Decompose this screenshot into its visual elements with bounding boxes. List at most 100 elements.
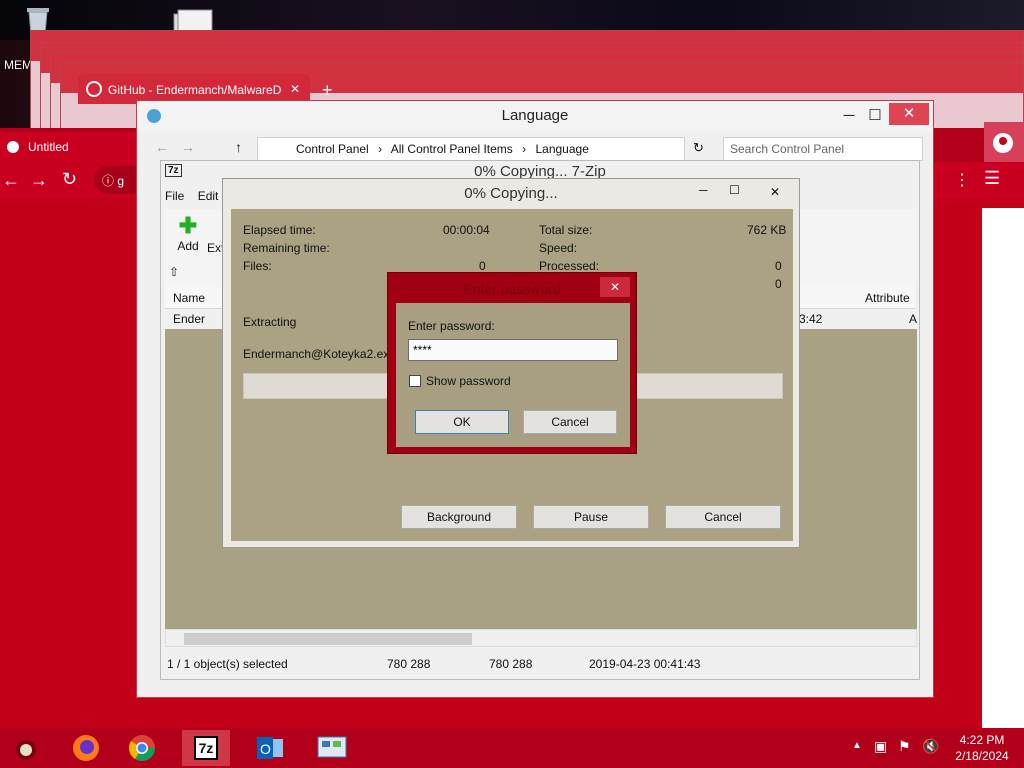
close-icon[interactable]: ✕ (757, 181, 793, 203)
hamburger-icon[interactable]: ☰ (984, 168, 1000, 189)
add-button-label: Add (177, 239, 199, 253)
forward-icon[interactable]: → (30, 170, 48, 191)
processed-label: Processed: (539, 259, 600, 273)
maximize-icon[interactable]: ☐ (863, 101, 887, 131)
ok-button[interactable]: OK (415, 410, 509, 434)
up-icon[interactable]: ↑ (235, 139, 242, 155)
7zip-icon: 7z (193, 736, 219, 760)
maximize-icon[interactable]: ☐ (729, 183, 740, 197)
forward-icon[interactable]: → (181, 139, 195, 155)
file-name: Endermanch@Koteyka2.exe (243, 347, 396, 361)
github-tab-title: GitHub - Endermanch/MalwareD (108, 83, 282, 97)
chrome-page-content (982, 208, 1024, 728)
chrome-icon (128, 735, 156, 762)
profile-icon[interactable] (992, 132, 1014, 154)
close-icon[interactable]: ✕ (600, 277, 630, 297)
7zip-icon: 7z (165, 164, 182, 177)
chrome-tab-untitled[interactable]: Untitled (0, 132, 140, 162)
close-button[interactable]: ✕ (889, 103, 929, 125)
address-bar[interactable]: Control Panel › All Control Panel Items … (257, 137, 685, 161)
clock-date: 2/18/2024 (955, 749, 1009, 763)
taskbar-chrome[interactable] (118, 730, 166, 766)
profile-area (984, 122, 1024, 162)
password-prompt: Enter password: (408, 319, 495, 333)
files-label: Files: (243, 259, 272, 273)
total-size-label: Total size: (539, 223, 593, 237)
close-icon[interactable]: ✕ (290, 82, 300, 96)
status-modified: 2019-04-23 00:41:43 (589, 657, 701, 671)
github-icon (86, 81, 102, 97)
language-icon (147, 109, 161, 123)
info-icon: ⓘ (102, 174, 115, 188)
breadcrumb-control-panel[interactable]: Control Panel (296, 142, 369, 156)
outlook-icon: O (257, 737, 283, 759)
chrome-tab-title: Untitled (28, 140, 69, 154)
desktop-label-mem: MEM (4, 58, 32, 72)
column-name[interactable]: Name (173, 291, 205, 305)
pause-button[interactable]: Pause (533, 505, 649, 529)
taskbar-outlook[interactable]: O (246, 730, 294, 766)
cancel-button[interactable]: Cancel (665, 505, 781, 529)
control-panel-titlebar: Language ─ ☐ ✕ (137, 101, 933, 131)
back-icon[interactable]: ← (155, 139, 169, 155)
start-orb-icon (16, 740, 36, 760)
new-tab-button[interactable]: + (322, 80, 346, 100)
breadcrumb-language[interactable]: Language (535, 142, 588, 156)
status-bar: 1 / 1 object(s) selected 780 288 780 288… (165, 653, 917, 675)
taskbar-clock[interactable]: 4:22 PM 2/18/2024 (950, 732, 1014, 764)
omnibox-text: g (117, 174, 125, 188)
taskbar: 7z O ▲ ▣ ⚑ 🔇 4:22 PM 2/18/2024 (0, 728, 1024, 768)
password-cancel-button[interactable]: Cancel (523, 410, 617, 434)
refresh-icon[interactable]: ↻ (693, 140, 704, 156)
tray-network-icon[interactable]: ▣ (874, 738, 887, 755)
elapsed-label: Elapsed time: (243, 223, 316, 237)
minimize-icon[interactable]: ─ (699, 183, 708, 197)
processed-value: 0 (775, 259, 782, 273)
menu-edit[interactable]: Edit (198, 189, 219, 203)
show-password-checkbox[interactable] (409, 375, 421, 387)
control-panel-icon (317, 736, 347, 758)
search-input[interactable]: Search Control Panel (723, 137, 923, 161)
taskbar-firefox[interactable] (62, 730, 110, 766)
7zip-menubar: File Edit (165, 189, 218, 207)
tray-expand-icon[interactable]: ▲ (852, 740, 862, 751)
tray-flag-icon[interactable]: ⚑ (898, 738, 911, 755)
copying-dialog-title: 0% Copying... (464, 185, 558, 202)
clock-time: 4:22 PM (959, 733, 1005, 747)
taskbar-7zip[interactable]: 7z (182, 730, 230, 766)
menu-dots-icon[interactable]: ⋮ (954, 170, 970, 190)
scrollbar-thumb[interactable] (184, 633, 472, 645)
horizontal-scrollbar[interactable] (165, 629, 917, 647)
status-size: 780 288 (387, 657, 431, 671)
plus-icon: ✚ (178, 213, 198, 238)
back-icon[interactable]: ← (2, 170, 20, 191)
row-time: 3:42 (799, 312, 823, 326)
total-size-value: 762 KB (747, 223, 787, 237)
add-button[interactable]: ✚ Add (173, 213, 203, 253)
taskbar-control-panel[interactable] (308, 730, 356, 766)
password-input[interactable] (408, 339, 618, 361)
svg-text:O: O (260, 741, 271, 757)
row-attribute: A (909, 312, 918, 326)
menu-file[interactable]: File (165, 189, 184, 203)
show-password-label: Show password (426, 374, 511, 388)
start-button[interactable] (2, 730, 50, 766)
password-dialog-title: Enter password (463, 281, 561, 297)
extra-value: 0 (775, 277, 782, 291)
minimize-icon[interactable]: ─ (837, 101, 861, 131)
files-value: 0 (479, 259, 486, 273)
address-bar-area: ← → ↑ Control Panel › All Control Panel … (145, 137, 925, 161)
action-label: Extracting (243, 315, 297, 329)
breadcrumb-all-items[interactable]: All Control Panel Items (391, 142, 513, 156)
folder-up-icon[interactable]: ⇧ (169, 265, 179, 279)
remaining-label: Remaining time: (243, 241, 330, 255)
background-button[interactable]: Background (401, 505, 517, 529)
reload-icon[interactable]: ↻ (62, 169, 77, 190)
speed-label: Speed: (539, 241, 578, 255)
elapsed-value: 00:00:04 (443, 223, 490, 237)
column-attribute[interactable]: Attribute (865, 291, 910, 305)
status-selected: 1 / 1 object(s) selected (167, 657, 288, 671)
tray-volume-icon[interactable]: 🔇 (922, 738, 939, 755)
row-name: Ender (173, 312, 206, 326)
firefox-icon (73, 735, 99, 761)
